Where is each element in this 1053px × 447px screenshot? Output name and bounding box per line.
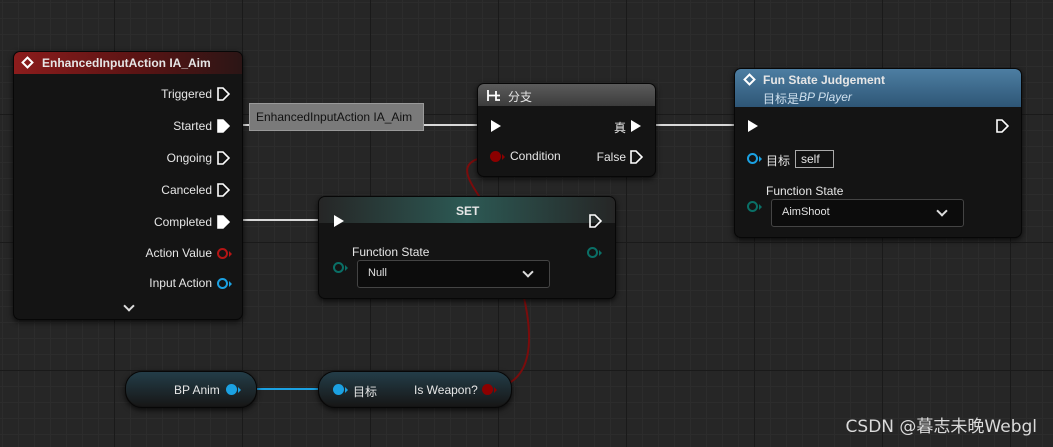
fun-state-exec-out-pin[interactable] — [996, 119, 1009, 133]
exec-out-triggered-pin[interactable] — [217, 87, 230, 101]
condition-pin[interactable] — [490, 151, 501, 162]
tooltip-text: EnhancedInputAction IA_Aim — [256, 110, 413, 124]
chevron-down-icon — [936, 205, 948, 217]
is-weapon-target-arrow-icon — [345, 387, 348, 393]
pin-label-action-value: Action Value — [145, 246, 213, 260]
set-param-dropdown[interactable]: Null — [357, 260, 550, 288]
is-weapon-output-label: Is Weapon? — [414, 383, 478, 397]
set-node[interactable]: SET Function State Null — [318, 196, 616, 299]
set-param-label: Function State — [352, 245, 430, 259]
branch-icon — [487, 90, 500, 101]
fun-state-node[interactable]: Fun State Judgement 目标是 BP Player 目标 sel… — [734, 68, 1022, 238]
function-diamond-icon — [743, 73, 756, 86]
input-action-arrow-icon — [229, 281, 232, 287]
event-diamond-icon — [21, 56, 34, 69]
fun-state-param-label: Function State — [766, 184, 844, 198]
input-action-header: EnhancedInputAction IA_Aim — [14, 52, 242, 74]
set-param-arrow-icon — [345, 265, 348, 271]
branch-title: 分支 — [508, 90, 533, 104]
set-param-value: Null — [368, 267, 387, 279]
watermark: CSDN @暮志未晚Webgl — [845, 417, 1037, 437]
fun-state-subtitle-target: BP Player — [799, 90, 852, 104]
branch-true-exec-pin[interactable] — [631, 120, 641, 132]
hover-tooltip: EnhancedInputAction IA_Aim — [249, 103, 424, 131]
branch-false-exec-pin[interactable] — [630, 150, 643, 164]
branch-header: 分支 — [478, 84, 655, 106]
exec-out-ongoing-pin[interactable] — [217, 151, 230, 165]
branch-node[interactable]: 分支 真 Condition False — [477, 83, 656, 177]
fun-state-exec-in-pin[interactable] — [748, 120, 758, 132]
fun-state-param-value: AimShoot — [782, 206, 830, 218]
branch-false-label: False — [596, 150, 626, 164]
pin-label-ongoing: Ongoing — [166, 151, 212, 165]
input-action-title: EnhancedInputAction IA_Aim — [42, 56, 211, 70]
pin-label-triggered: Triggered — [161, 87, 212, 101]
set-exec-out-pin[interactable] — [589, 214, 602, 228]
is-weapon-arrow-icon — [494, 387, 497, 393]
is-weapon-out-pin[interactable] — [482, 384, 493, 395]
fun-state-target-label: 目标 — [766, 154, 791, 168]
pin-label-input-action: Input Action — [149, 276, 212, 290]
branch-exec-in-pin[interactable] — [491, 120, 501, 132]
fun-state-header: Fun State Judgement 目标是 BP Player — [735, 69, 1021, 107]
input-action-node[interactable]: EnhancedInputAction IA_Aim Triggered Sta… — [13, 51, 243, 320]
is-weapon-target-label: 目标 — [353, 385, 378, 399]
set-title: SET — [456, 204, 480, 218]
bp-anim-out-pin[interactable] — [226, 384, 237, 395]
fun-state-param-arrow-icon — [759, 204, 762, 210]
bp-anim-arrow-icon — [238, 387, 241, 393]
is-weapon-node[interactable]: 目标 Is Weapon? — [318, 371, 512, 408]
set-param-in-pin[interactable] — [333, 262, 344, 273]
action-value-pin[interactable] — [217, 248, 228, 259]
pin-label-started: Started — [173, 119, 212, 133]
action-value-arrow-icon — [229, 251, 232, 257]
bp-anim-node[interactable]: BP Anim — [125, 371, 257, 408]
fun-state-title: Fun State Judgement — [763, 73, 886, 87]
branch-true-label: 真 — [613, 121, 626, 135]
exec-out-started-pin[interactable] — [217, 119, 230, 133]
fun-state-target-pin[interactable] — [747, 153, 758, 164]
condition-arrow-icon — [502, 154, 505, 160]
set-exec-in-pin[interactable] — [334, 215, 344, 227]
chevron-down-icon[interactable] — [123, 300, 135, 312]
exec-out-completed-pin[interactable] — [217, 215, 230, 229]
pin-label-canceled: Canceled — [161, 183, 212, 197]
set-param-out-arrow-icon — [599, 250, 602, 256]
fun-state-target-arrow-icon — [759, 156, 762, 162]
condition-label: Condition — [510, 149, 561, 163]
set-param-out-pin[interactable] — [587, 247, 598, 258]
is-weapon-target-pin[interactable] — [333, 384, 344, 395]
chevron-down-icon — [522, 266, 534, 278]
pin-label-completed: Completed — [153, 215, 212, 229]
fun-state-subtitle-prefix: 目标是 — [763, 92, 800, 106]
input-action-pin[interactable] — [217, 278, 228, 289]
exec-out-canceled-pin[interactable] — [217, 183, 230, 197]
fun-state-param-dropdown[interactable]: AimShoot — [771, 199, 964, 227]
fun-state-param-pin[interactable] — [747, 201, 758, 212]
bp-anim-title: BP Anim — [174, 383, 220, 397]
set-header: SET — [319, 197, 615, 223]
fun-state-target-value[interactable]: self — [795, 150, 834, 168]
